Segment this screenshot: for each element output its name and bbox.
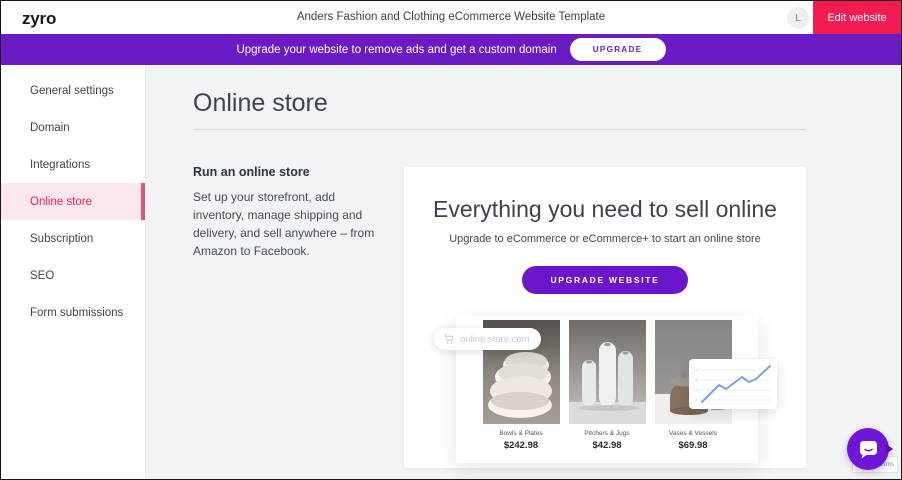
product-name: Pitchers & Jugs	[569, 430, 646, 437]
upgrade-banner: Upgrade your website to remove ads and g…	[1, 34, 901, 65]
zyro-dashboard: zyro Anders Fashion and Clothing eCommer…	[0, 0, 902, 480]
line-chart-graphic	[689, 359, 777, 409]
section-heading: Run an online store	[193, 165, 388, 179]
product-tile-pitchers: Pitchers & Jugs $42.98	[569, 320, 646, 463]
sidebar-item-domain[interactable]: Domain	[1, 109, 145, 146]
ecommerce-promo-card: Everything you need to sell online Upgra…	[404, 167, 806, 468]
page-title-divider	[193, 129, 806, 130]
product-image-pitchers	[569, 320, 646, 424]
product-price: $69.98	[655, 440, 732, 451]
chat-bubble-icon	[857, 439, 880, 460]
top-bar: zyro Anders Fashion and Clothing eCommer…	[1, 1, 901, 34]
sidebar-item-subscription[interactable]: Subscription	[1, 220, 145, 257]
upgrade-website-button[interactable]: UPGRADE WEBSITE	[522, 266, 687, 294]
promo-subtitle: Upgrade to eCommerce or eCommerce+ to st…	[404, 233, 806, 245]
site-template-title: Anders Fashion and Clothing eCommerce We…	[297, 11, 605, 23]
upgrade-banner-text: Upgrade your website to remove ads and g…	[236, 44, 556, 56]
product-name: Vases & Vessels	[655, 430, 732, 437]
store-url-text: online.store.com	[460, 334, 530, 345]
product-name: Bowls & Plates	[483, 430, 560, 437]
sidebar-item-seo[interactable]: SEO	[1, 257, 145, 294]
section-description: Set up your storefront, add inventory, m…	[193, 188, 388, 260]
sidebar-item-form-submissions[interactable]: Form submissions	[1, 294, 145, 331]
sales-chart-card	[689, 359, 777, 409]
product-price: $42.98	[569, 440, 646, 451]
upgrade-banner-button[interactable]: UPGRADE	[570, 38, 666, 61]
zyro-logo[interactable]: zyro	[22, 9, 56, 29]
sidebar-item-online-store[interactable]: Online store	[1, 183, 145, 220]
product-price: $242.98	[483, 440, 560, 451]
promo-title: Everything you need to sell online	[404, 196, 806, 223]
store-url-pill: online.store.com	[434, 328, 541, 350]
online-store-description: Run an online store Set up your storefro…	[193, 165, 388, 260]
chat-launcher-button[interactable]	[847, 428, 889, 470]
page-title: Online store	[193, 89, 328, 118]
sidebar-item-integrations[interactable]: Integrations	[1, 146, 145, 183]
user-avatar[interactable]: L	[787, 7, 809, 29]
main-content: Online store Run an online store Set up …	[147, 65, 902, 480]
cart-icon	[443, 333, 455, 345]
sidebar-item-general-settings[interactable]: General settings	[1, 72, 145, 109]
settings-sidebar: General settings Domain Integrations Onl…	[1, 65, 146, 480]
edit-website-button[interactable]: Edit website	[813, 1, 901, 34]
